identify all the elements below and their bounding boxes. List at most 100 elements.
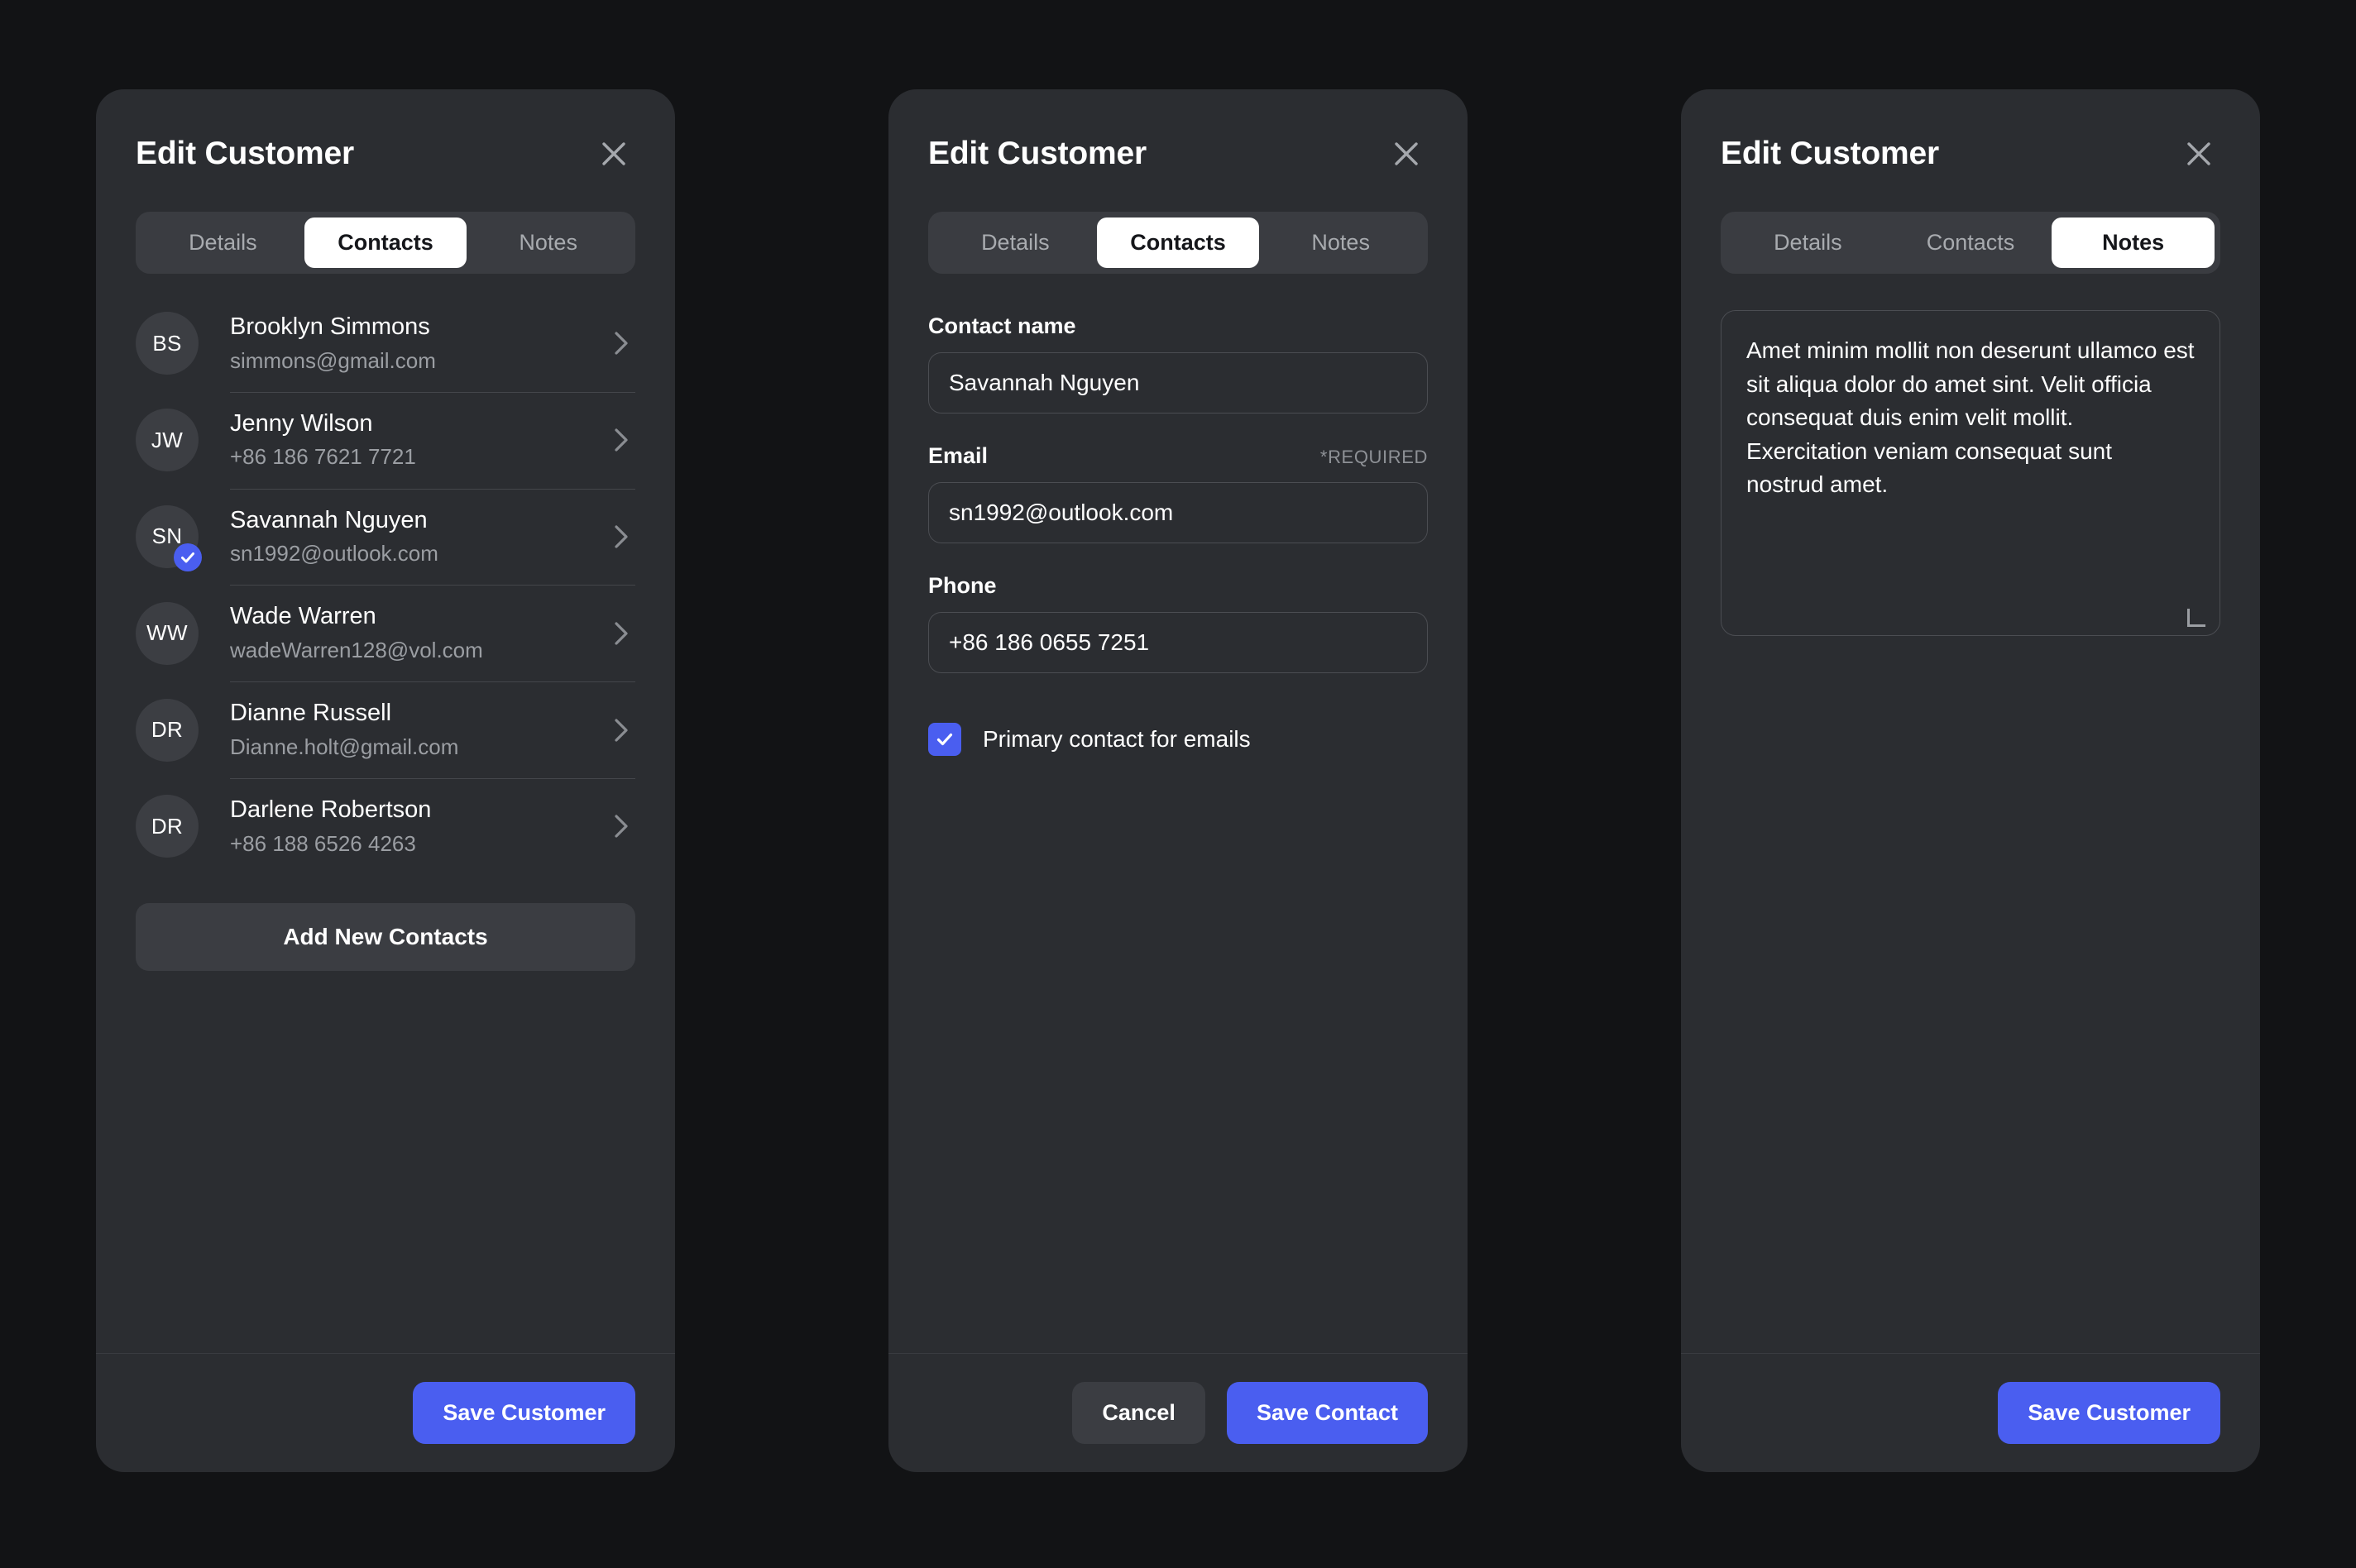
email-input[interactable] <box>928 482 1428 543</box>
list-item[interactable]: SN Savannah Nguyen sn1992@outlook.com <box>136 488 635 586</box>
edit-customer-dialog-notes: Edit Customer Details Contacts Notes Ame… <box>1681 89 2260 1472</box>
avatar-initials: DR <box>136 698 199 762</box>
close-icon[interactable] <box>592 132 635 175</box>
list-item[interactable]: BS Brooklyn Simmons simmons@gmail.com <box>136 295 635 392</box>
email-required-note: *REQUIRED <box>1319 447 1428 467</box>
contact-name-label: Contact name <box>928 313 1076 338</box>
phone-input[interactable] <box>928 612 1428 673</box>
contact-name-input[interactable] <box>928 352 1428 414</box>
field-header: Phone <box>928 573 1428 599</box>
tab-details[interactable]: Details <box>1726 218 1889 268</box>
tab-bar: Details Contacts Notes <box>1721 212 2220 274</box>
contact-subtitle: +86 188 6526 4263 <box>230 830 416 856</box>
chevron-right-icon[interactable] <box>607 523 635 550</box>
chevron-right-icon[interactable] <box>607 330 635 356</box>
field-header: Contact name <box>928 313 1428 339</box>
avatar-initials: WW <box>136 601 199 665</box>
contacts-list: BS Brooklyn Simmons simmons@gmail.com JW… <box>136 295 635 875</box>
dialog-footer: Save Customer <box>96 1353 675 1472</box>
save-customer-button[interactable]: Save Customer <box>1998 1382 2220 1444</box>
dialog-footer: Save Customer <box>1681 1353 2260 1472</box>
list-item[interactable]: JW Jenny Wilson +86 186 7621 7721 <box>136 391 635 489</box>
contact-name: Savannah Nguyen <box>230 506 428 533</box>
avatar: WW <box>136 601 199 665</box>
dialog-header: Edit Customer <box>96 89 675 175</box>
close-icon[interactable] <box>1385 132 1428 175</box>
avatar: BS <box>136 312 199 375</box>
chevron-right-icon[interactable] <box>607 427 635 453</box>
tab-notes[interactable]: Notes <box>467 218 630 268</box>
contact-text: Darlene Robertson +86 188 6526 4263 <box>230 795 607 858</box>
dialog-header: Edit Customer <box>888 89 1468 175</box>
contact-subtitle: simmons@gmail.com <box>230 347 436 373</box>
contact-subtitle: wadeWarren128@vol.com <box>230 638 483 663</box>
close-icon[interactable] <box>2177 132 2220 175</box>
tab-notes[interactable]: Notes <box>2052 218 2215 268</box>
contact-name: Jenny Wilson <box>230 409 373 437</box>
cancel-button[interactable]: Cancel <box>1072 1382 1205 1444</box>
avatar-initials: BS <box>136 312 199 375</box>
tab-bar: Details Contacts Notes <box>928 212 1428 274</box>
tab-contacts[interactable]: Contacts <box>1889 218 2052 268</box>
page-title: Edit Customer <box>136 136 354 171</box>
save-customer-button[interactable]: Save Customer <box>413 1382 635 1444</box>
dialog-body: Edit Customer Details Contacts Notes Ame… <box>1681 89 2260 1353</box>
avatar: SN <box>136 504 202 571</box>
tab-bar: Details Contacts Notes <box>136 212 635 274</box>
contact-name: Dianne Russell <box>230 700 392 727</box>
contact-name: Wade Warren <box>230 603 376 630</box>
contact-subtitle: sn1992@outlook.com <box>230 541 438 566</box>
avatar-initials: DR <box>136 795 199 858</box>
field-header: Email *REQUIRED <box>928 443 1428 469</box>
contact-name: Darlene Robertson <box>230 796 432 823</box>
phone-field-group: Phone <box>928 573 1428 673</box>
page-title: Edit Customer <box>1721 136 1939 171</box>
notes-section: Amet minim mollit non deserunt ullamco e… <box>1721 310 2220 640</box>
tab-contacts[interactable]: Contacts <box>1096 218 1260 268</box>
edit-customer-dialog-contacts-list: Edit Customer Details Contacts Notes BS <box>96 89 675 1472</box>
list-item[interactable]: DR Dianne Russell Dianne.holt@gmail.com <box>136 681 635 778</box>
contact-subtitle: Dianne.holt@gmail.com <box>230 734 459 759</box>
dialog-footer: Cancel Save Contact <box>888 1353 1468 1472</box>
primary-contact-checkbox-row[interactable]: Primary contact for emails <box>928 723 1428 756</box>
add-new-contacts-button[interactable]: Add New Contacts <box>136 902 635 971</box>
avatar-initials: JW <box>136 409 199 472</box>
contact-text: Dianne Russell Dianne.holt@gmail.com <box>230 698 607 762</box>
tab-details[interactable]: Details <box>141 218 304 268</box>
dialog-header: Edit Customer <box>1681 89 2260 175</box>
email-label: Email <box>928 443 989 468</box>
primary-contact-checkbox-label: Primary contact for emails <box>983 726 1251 752</box>
dialog-body: Edit Customer Details Contacts Notes Con… <box>888 89 1468 1353</box>
chevron-right-icon[interactable] <box>607 717 635 743</box>
chevron-right-icon[interactable] <box>607 813 635 839</box>
contact-name-field-group: Contact name <box>928 313 1428 414</box>
email-field-group: Email *REQUIRED <box>928 443 1428 543</box>
avatar: DR <box>136 698 199 762</box>
screen: Edit Customer Details Contacts Notes BS <box>0 0 2356 1568</box>
avatar: JW <box>136 409 199 472</box>
chevron-right-icon[interactable] <box>607 620 635 647</box>
list-item[interactable]: DR Darlene Robertson +86 188 6526 4263 <box>136 777 635 875</box>
page-title: Edit Customer <box>928 136 1147 171</box>
contact-text: Savannah Nguyen sn1992@outlook.com <box>230 505 607 569</box>
edit-customer-dialog-contact-form: Edit Customer Details Contacts Notes Con… <box>888 89 1468 1472</box>
list-item[interactable]: WW Wade Warren wadeWarren128@vol.com <box>136 585 635 681</box>
phone-label: Phone <box>928 573 997 598</box>
avatar: DR <box>136 795 199 858</box>
primary-contact-check-icon <box>174 543 202 571</box>
contact-text: Brooklyn Simmons simmons@gmail.com <box>230 312 607 375</box>
tab-notes[interactable]: Notes <box>1259 218 1422 268</box>
contact-text: Wade Warren wadeWarren128@vol.com <box>230 601 607 665</box>
notes-textarea[interactable]: Amet minim mollit non deserunt ullamco e… <box>1721 310 2220 636</box>
save-contact-button[interactable]: Save Contact <box>1226 1382 1428 1444</box>
dialog-body: Edit Customer Details Contacts Notes BS <box>96 89 675 1353</box>
tab-contacts[interactable]: Contacts <box>304 218 467 268</box>
notes-holder: Amet minim mollit non deserunt ullamco e… <box>1721 310 2220 640</box>
tab-details[interactable]: Details <box>934 218 1097 268</box>
contact-name: Brooklyn Simmons <box>230 313 430 340</box>
primary-contact-checkbox[interactable] <box>928 723 961 756</box>
contact-form: Contact name Email *REQUIRED Phone <box>928 313 1428 756</box>
